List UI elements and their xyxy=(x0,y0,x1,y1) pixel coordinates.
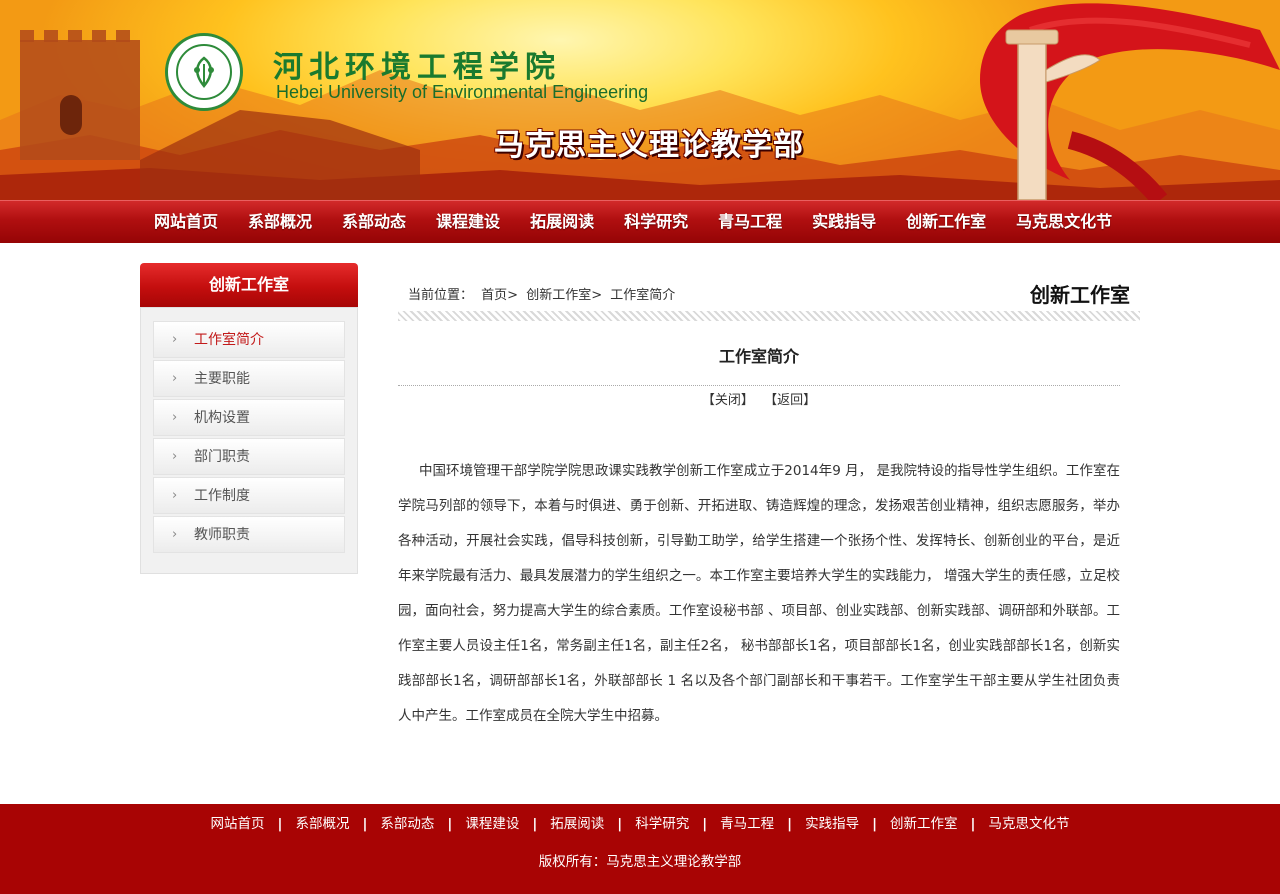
footer-separator: | xyxy=(362,816,368,832)
sidebar-item-label: 教师职责 xyxy=(194,527,250,543)
footer-link-courses[interactable]: 课程建设 xyxy=(465,812,519,832)
chevron-right-icon: › xyxy=(172,527,178,542)
nav-item-home[interactable]: 网站首页 xyxy=(139,201,233,243)
article-body: 中国环境管理干部学院学院思政课实践教学创新工作室成立于2014年9 月， 是我院… xyxy=(398,463,1120,724)
breadcrumb-prefix: 当前位置： xyxy=(408,288,474,303)
sidebar: › 工作室简介 › 主要职能 › 机构设置 › 部门职责 › 工作制度 › 教师… xyxy=(140,307,358,574)
school-logo xyxy=(165,33,243,111)
copyright: 版权所有：马克思主义理论教学部 xyxy=(538,854,742,870)
sidebar-item-structure[interactable]: › 机构设置 xyxy=(153,399,345,436)
footer-separator: | xyxy=(447,816,453,832)
footer-links: 网站首页 | 系部概况 | 系部动态 | 课程建设 | 拓展阅读 | 科学研究 | 青马工程 | 实践指导 |… xyxy=(0,812,1280,832)
chevron-right-icon: › xyxy=(172,449,178,464)
school-name-cn: 河北环境工程学院 xyxy=(273,50,561,85)
nav-item-practice[interactable]: 实践指导 xyxy=(797,201,891,243)
back-link[interactable]: 【返回】 xyxy=(764,393,816,408)
footer-separator: | xyxy=(277,816,283,832)
chevron-right-icon: › xyxy=(172,332,178,347)
breadcrumb: 当前位置： 首页> 创新工作室> 工作室简介 xyxy=(408,284,679,303)
sidebar-item-label: 主要职能 xyxy=(194,371,250,387)
footer-link-practice[interactable]: 实践指导 xyxy=(805,812,859,832)
nav-item-news[interactable]: 系部动态 xyxy=(327,201,421,243)
footer-link-reading[interactable]: 拓展阅读 xyxy=(550,812,604,832)
footer-separator: | xyxy=(702,816,708,832)
footer-separator: | xyxy=(617,816,623,832)
sidebar-item-duties[interactable]: › 部门职责 xyxy=(153,438,345,475)
nav-item-studio[interactable]: 创新工作室 xyxy=(891,201,1001,243)
footer-link-home[interactable]: 网站首页 xyxy=(211,812,265,832)
footer-separator: | xyxy=(787,816,793,832)
footer-link-qingma[interactable]: 青马工程 xyxy=(720,812,774,832)
footer-separator: | xyxy=(532,816,538,832)
nav-item-courses[interactable]: 课程建设 xyxy=(421,201,515,243)
close-link[interactable]: 【关闭】 xyxy=(702,393,754,408)
chevron-right-icon: › xyxy=(172,371,178,386)
dotted-divider xyxy=(398,385,1120,386)
footer-link-festival[interactable]: 马克思文化节 xyxy=(988,812,1069,832)
footer-separator: | xyxy=(872,816,878,832)
breadcrumb-home-link[interactable]: 首页> xyxy=(481,288,518,303)
nav-item-reading[interactable]: 拓展阅读 xyxy=(515,201,609,243)
footer-separator: | xyxy=(970,816,976,832)
school-name-en: Hebei University of Environmental Engine… xyxy=(276,82,649,102)
sidebar-item-label: 工作制度 xyxy=(194,488,250,504)
main-nav: 网站首页 系部概况 系部动态 课程建设 拓展阅读 科学研究 青马工程 实践指导 … xyxy=(0,200,1280,243)
sidebar-item-label: 部门职责 xyxy=(194,449,250,465)
sidebar-title: 创新工作室 xyxy=(140,263,358,307)
nav-item-overview[interactable]: 系部概况 xyxy=(233,201,327,243)
nav-item-research[interactable]: 科学研究 xyxy=(609,201,703,243)
header-banner: 河北环境工程学院 Hebei University of Environment… xyxy=(0,0,1280,200)
chevron-right-icon: › xyxy=(172,488,178,503)
article-actions: 【关闭】 【返回】 xyxy=(398,389,1120,408)
footer-link-overview[interactable]: 系部概况 xyxy=(295,812,349,832)
department-title: 马克思主义理论教学部 xyxy=(494,128,804,163)
footer-link-studio[interactable]: 创新工作室 xyxy=(890,812,958,832)
sidebar-item-teachers[interactable]: › 教师职责 xyxy=(153,516,345,553)
nav-item-qingma[interactable]: 青马工程 xyxy=(703,201,797,243)
chevron-right-icon: › xyxy=(172,410,178,425)
section-title: 创新工作室 xyxy=(1030,283,1130,307)
footer-link-research[interactable]: 科学研究 xyxy=(635,812,689,832)
nav-item-festival[interactable]: 马克思文化节 xyxy=(1001,201,1127,243)
sidebar-item-functions[interactable]: › 主要职能 xyxy=(153,360,345,397)
sidebar-item-label: 机构设置 xyxy=(194,410,250,426)
sidebar-item-intro[interactable]: › 工作室简介 xyxy=(153,321,345,358)
breadcrumb-studio-link[interactable]: 创新工作室> xyxy=(526,288,602,303)
breadcrumb-current[interactable]: 工作室简介 xyxy=(610,288,675,303)
red-flag-huabiao-icon xyxy=(980,3,1280,200)
divider-stripe xyxy=(398,311,1140,321)
article-title: 工作室简介 xyxy=(718,347,799,366)
footer-link-news[interactable]: 系部动态 xyxy=(380,812,434,832)
sidebar-item-rules[interactable]: › 工作制度 xyxy=(153,477,345,514)
sidebar-item-label: 工作室简介 xyxy=(194,332,264,348)
